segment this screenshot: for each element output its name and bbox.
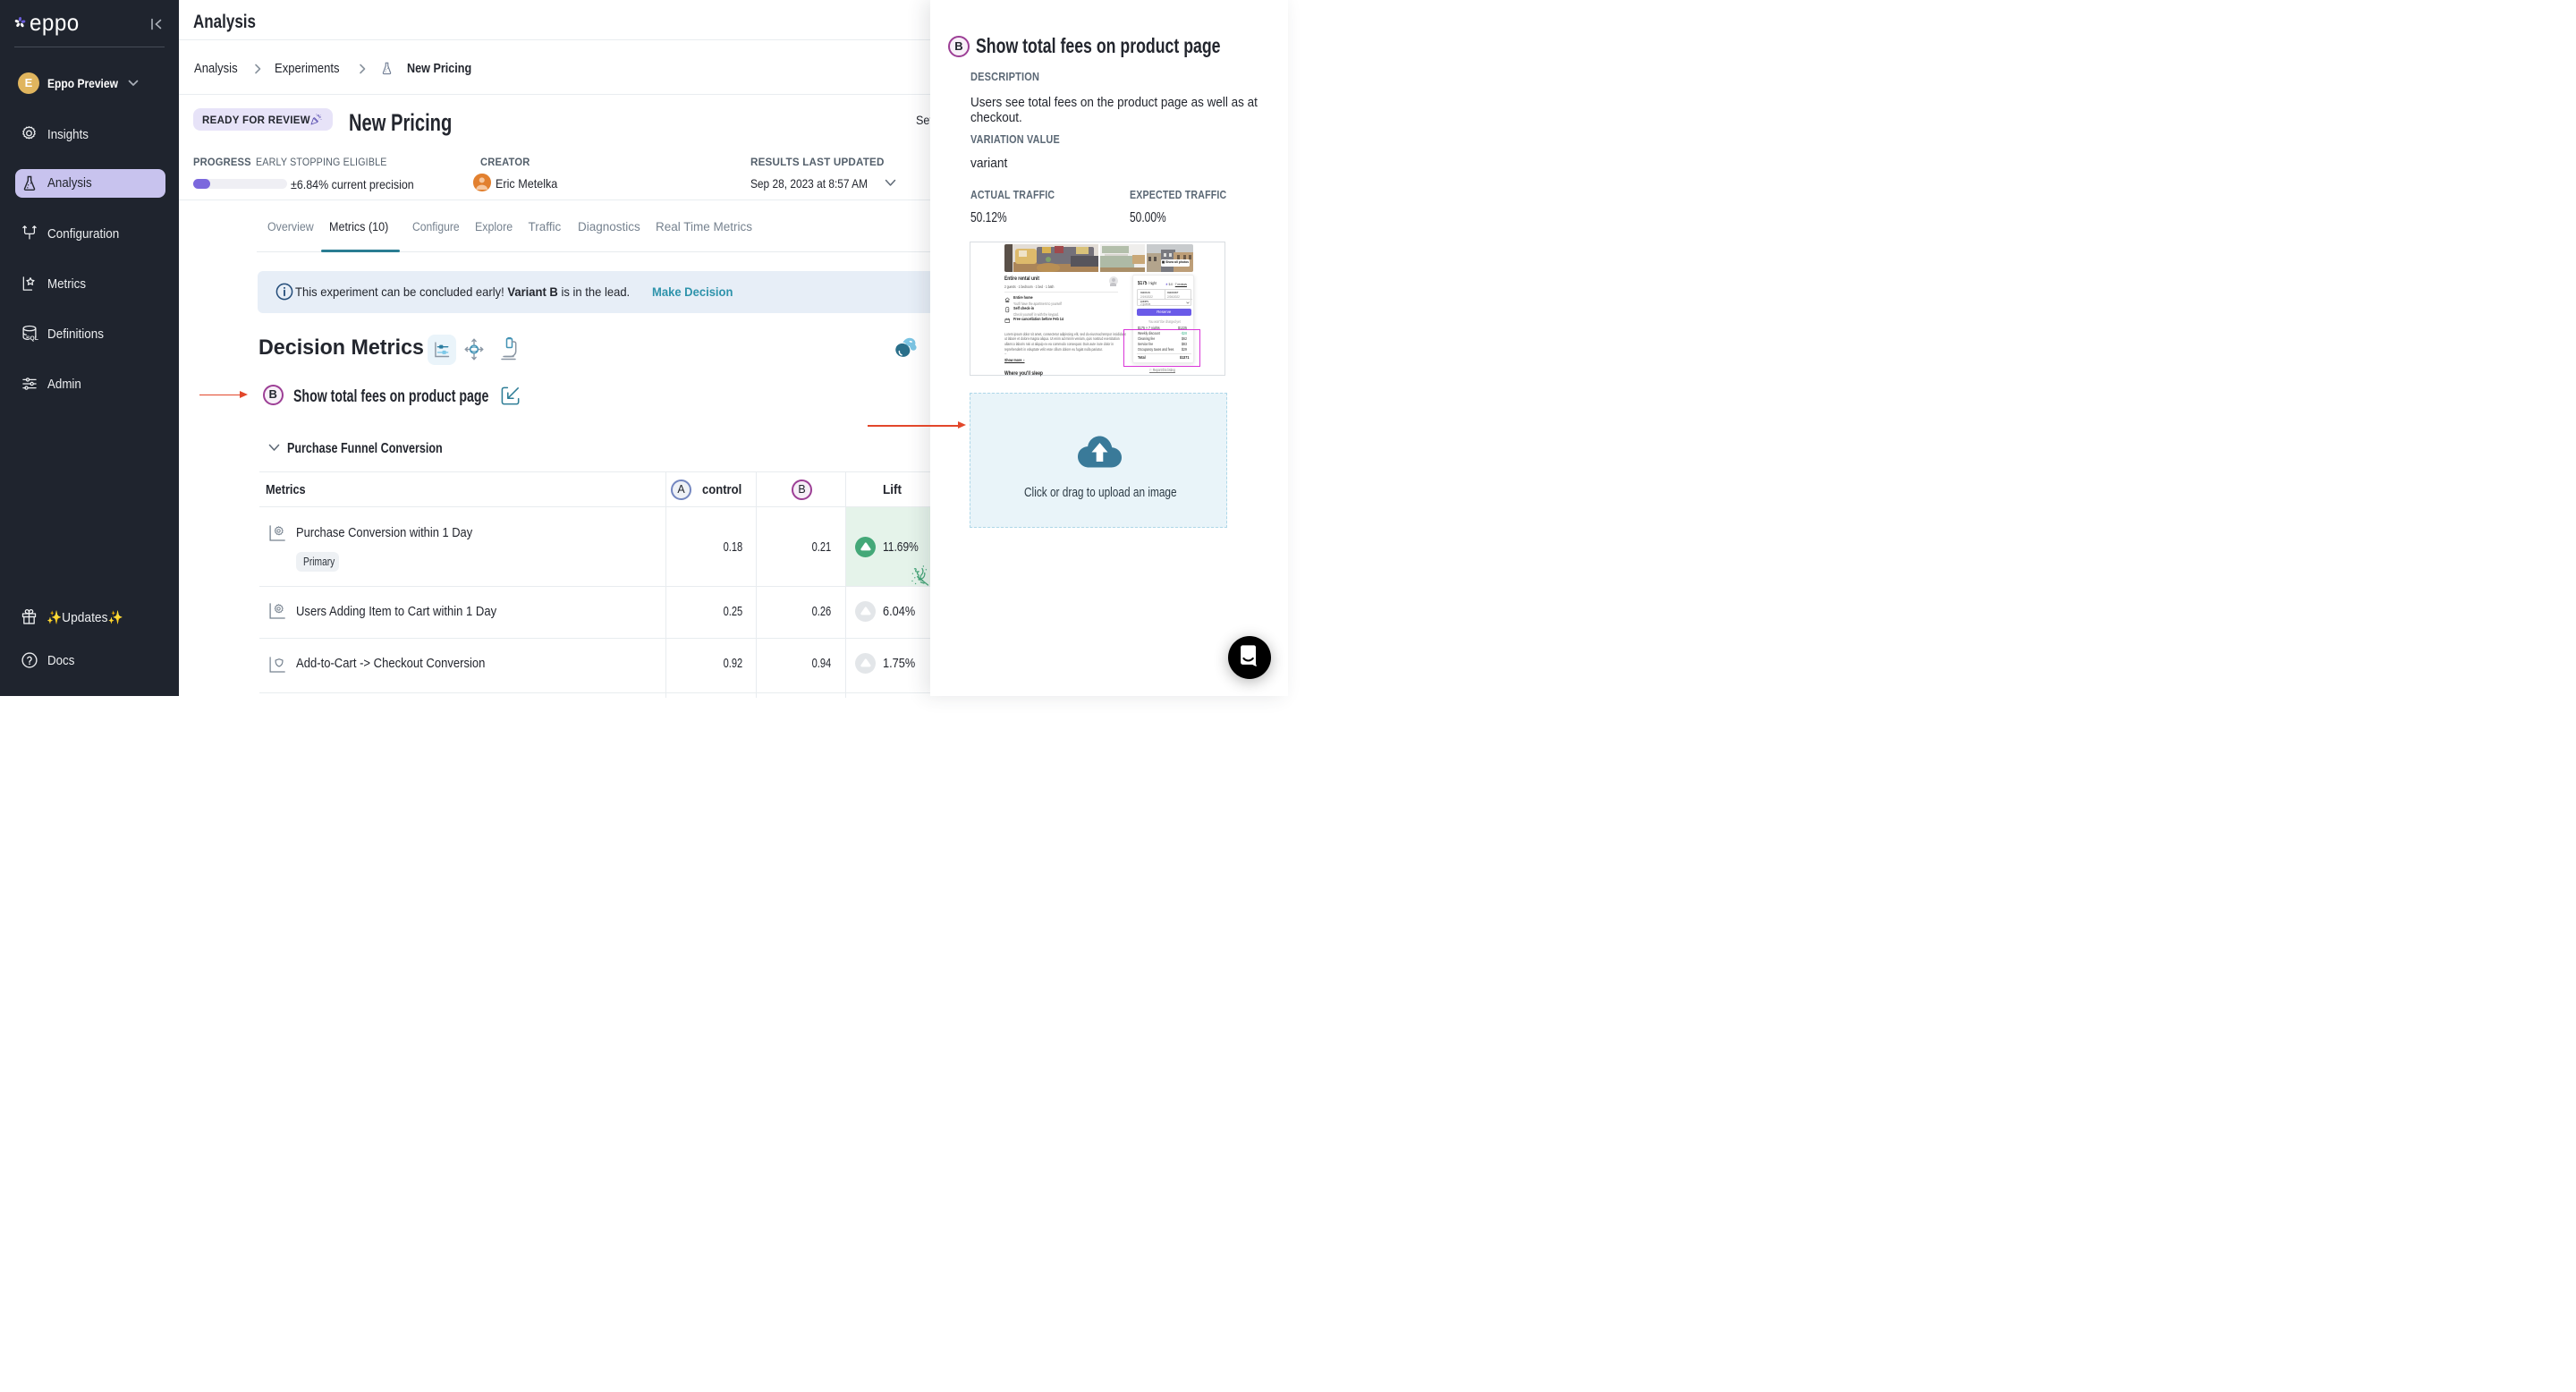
svg-text:SQL: SQL xyxy=(26,335,38,342)
